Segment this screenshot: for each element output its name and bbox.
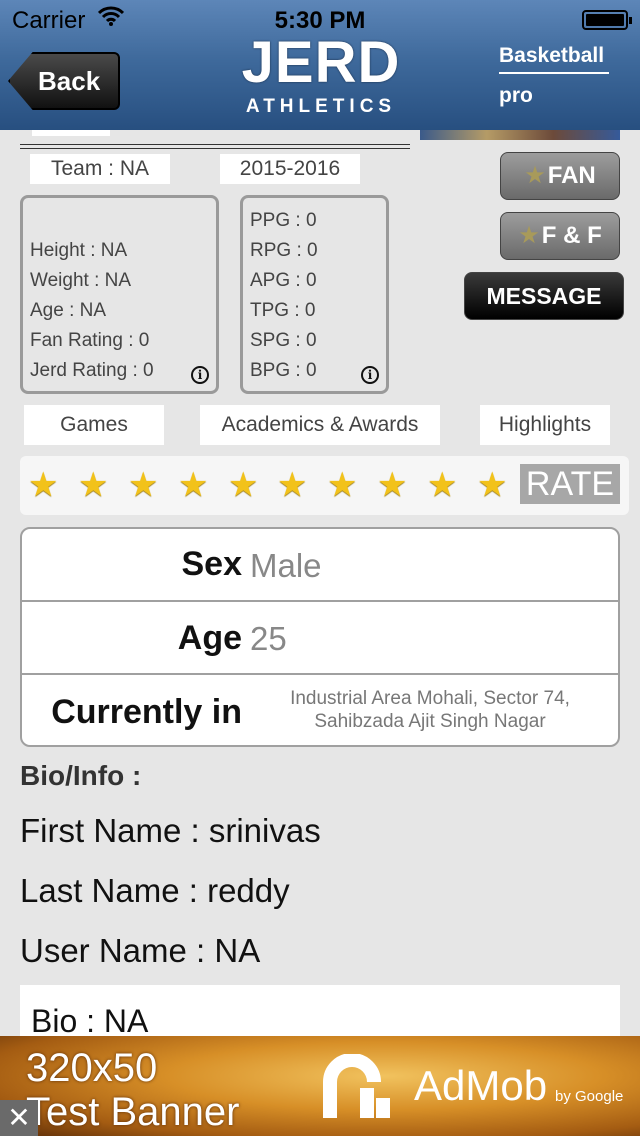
detail-label: Sex: [181, 545, 243, 583]
rating-star-icon[interactable]: ★: [228, 466, 258, 504]
tpg-stat: TPG : 0: [250, 300, 316, 321]
info-icon[interactable]: i: [191, 366, 209, 384]
rating-star-icon[interactable]: ★: [28, 466, 58, 504]
admob-brand: AdMob: [414, 1062, 548, 1109]
season-label: 2015-2016: [220, 154, 360, 184]
ad-test-label: Test Banner: [26, 1090, 240, 1134]
last-name: Last Name : reddy: [20, 872, 290, 909]
detail-label: Age: [177, 619, 242, 657]
height-stat: Height : NA: [30, 240, 128, 261]
detail-value: Industrial Area Mohali, Sector 74, Sahib…: [290, 688, 570, 732]
navigation-bar: Carrier 5:30 PM Back JERD ATHLETICS Bask…: [0, 0, 640, 130]
fan-rating-stat: Fan Rating : 0: [30, 330, 150, 351]
profile-header: [20, 130, 410, 149]
rpg-stat: RPG : 0: [250, 240, 318, 261]
detail-value: 25: [250, 620, 287, 657]
ad-banner[interactable]: 320x50 Test Banner AdMob by Google ✕: [0, 1036, 640, 1136]
table-row: Currently in Industrial Area Mohali, Sec…: [22, 675, 618, 745]
battery-icon: [582, 10, 632, 30]
spg-stat: SPG : 0: [250, 330, 317, 351]
jerd-logo: JERD ATHLETICS: [236, 34, 406, 124]
apg-stat: APG : 0: [250, 270, 317, 291]
ppg-stat: PPG : 0: [250, 210, 317, 231]
rating-star-icon[interactable]: ★: [178, 466, 208, 504]
rating-star-icon[interactable]: ★: [377, 466, 407, 504]
table-row: Age 25: [22, 602, 618, 675]
jerd-rating-stat: Jerd Rating : 0: [30, 360, 154, 381]
star-icon: ★: [524, 162, 546, 189]
detail-label: Currently in: [51, 693, 242, 731]
info-icon[interactable]: i: [361, 366, 379, 384]
logo-text: JERD: [241, 30, 401, 95]
fan-button-label: FAN: [547, 162, 596, 189]
close-icon[interactable]: ✕: [0, 1100, 38, 1136]
game-stats-box: PPG : 0 RPG : 0 APG : 0 TPG : 0 SPG : 0 …: [240, 195, 389, 394]
personal-stats-box: Height : NA Weight : NA Age : NA Fan Rat…: [20, 195, 219, 394]
admob-by-google: by Google: [555, 1088, 624, 1105]
logo-subtext: ATHLETICS: [245, 96, 397, 117]
rating-star-icon[interactable]: ★: [427, 466, 457, 504]
rating-bar: ★ ★ ★ ★ ★ ★ ★ ★ ★ ★ RATE: [20, 456, 629, 515]
bio-title: Bio/Info :: [20, 760, 142, 791]
team-label: Team : NA: [30, 154, 170, 184]
message-button[interactable]: MESSAGE: [464, 272, 624, 320]
rating-star-icon[interactable]: ★: [327, 466, 357, 504]
rating-star-icon[interactable]: ★: [277, 466, 307, 504]
level-label: pro: [499, 84, 533, 107]
admob-logo-icon: [323, 1054, 390, 1118]
star-icon: ★: [518, 222, 540, 249]
tab-games[interactable]: Games: [24, 405, 164, 445]
sport-selector[interactable]: Basketball pro: [499, 44, 609, 108]
fan-button[interactable]: ★FAN: [500, 152, 620, 200]
bio-text: Bio : NA: [31, 1003, 149, 1039]
ff-button-label: F & F: [541, 222, 602, 249]
profile-banner-image: [420, 130, 620, 140]
rating-star-icon[interactable]: ★: [78, 466, 108, 504]
ad-size-label: 320x50: [26, 1046, 158, 1090]
table-row: Sex Male: [22, 529, 618, 602]
back-button-label: Back: [38, 66, 101, 96]
tab-highlights[interactable]: Highlights: [480, 405, 610, 445]
rate-button[interactable]: RATE: [520, 464, 620, 504]
user-name: User Name : NA: [20, 932, 261, 969]
rating-star-icon[interactable]: ★: [128, 466, 158, 504]
back-button[interactable]: Back: [8, 52, 120, 110]
rating-star-icon[interactable]: ★: [477, 466, 507, 504]
first-name: First Name : srinivas: [20, 812, 321, 849]
weight-stat: Weight : NA: [30, 270, 132, 291]
age-stat: Age : NA: [30, 300, 107, 321]
details-table: Sex Male Age 25 Currently in Industrial …: [20, 527, 620, 747]
bpg-stat: BPG : 0: [250, 360, 317, 381]
friends-family-button[interactable]: ★F & F: [500, 212, 620, 260]
tab-academics-awards[interactable]: Academics & Awards: [200, 405, 440, 445]
sport-label: Basketball: [499, 44, 609, 74]
detail-value: Male: [250, 547, 322, 584]
